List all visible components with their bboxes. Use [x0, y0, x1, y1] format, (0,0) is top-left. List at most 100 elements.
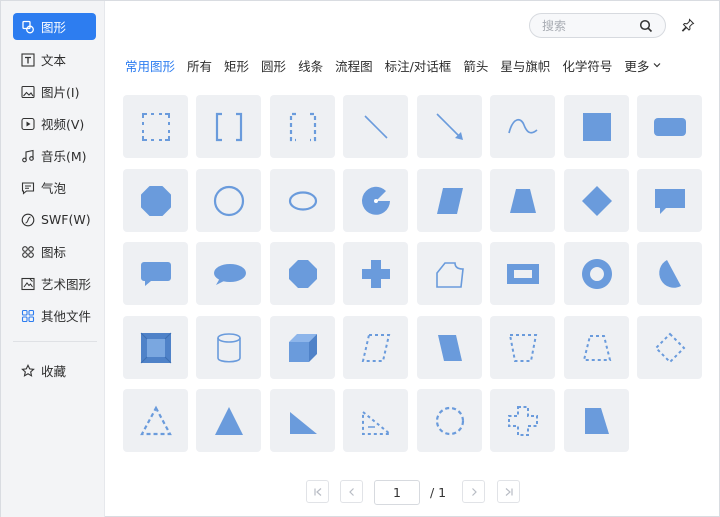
shape-cylinder[interactable]: [196, 316, 261, 379]
first-page-button[interactable]: [306, 480, 329, 503]
tab-stars-banners[interactable]: 星与旗帜: [500, 56, 550, 75]
shapes-panel-window: 图形 文本 图片(I) 视频(V) 音乐(M) 气泡 SWF(W) 图标 艺术图…: [0, 0, 720, 517]
bubble-icon: [21, 181, 35, 195]
sidebar-item-label: 图形: [41, 20, 67, 35]
shape-pie-circle[interactable]: [343, 169, 408, 232]
next-page-button[interactable]: [462, 480, 485, 503]
tab-all[interactable]: 所有: [187, 56, 212, 75]
star-icon: [21, 363, 35, 378]
shape-dashed-trapezoid[interactable]: [564, 316, 629, 379]
text-icon: [21, 52, 35, 67]
shape-octagon-rounded[interactable]: [123, 169, 188, 232]
shape-line[interactable]: [343, 95, 408, 158]
sidebar-item-label: 视频(V): [41, 117, 85, 132]
sidebar-item-label: SWF(W): [41, 212, 91, 227]
chevron-down-icon: [653, 63, 661, 68]
sidebar-item-shapes[interactable]: 图形: [13, 13, 96, 40]
search-icon[interactable]: [639, 19, 653, 33]
sidebar-item-label: 气泡: [41, 181, 67, 196]
last-page-button[interactable]: [497, 480, 520, 503]
shape-dashed-cross[interactable]: [490, 389, 555, 452]
shape-trapezoid[interactable]: [490, 169, 555, 232]
tab-rectangle[interactable]: 矩形: [224, 56, 249, 75]
sidebar-item-art-shapes[interactable]: 艺术图形: [13, 270, 96, 297]
first-page-icon: [313, 487, 321, 496]
sidebar-divider: [13, 341, 97, 342]
shape-bevel[interactable]: [123, 316, 188, 379]
shape-folded-corner-shape[interactable]: [417, 242, 482, 305]
more-dropdown[interactable]: 更多: [624, 56, 662, 75]
shape-frame[interactable]: [490, 242, 555, 305]
shape-rect-callout[interactable]: [637, 169, 702, 232]
shape-curve[interactable]: [490, 95, 555, 158]
shape-dashed-triangle[interactable]: [123, 389, 188, 452]
shape-circle-outline[interactable]: [196, 169, 261, 232]
sidebar-item-video[interactable]: 视频(V): [13, 110, 96, 137]
category-tabs: 常用图形 所有 矩形 圆形 线条 流程图 标注/对话框 箭头 星与旗帜 化学符号…: [125, 55, 674, 75]
sidebar-item-label: 音乐(M): [41, 149, 87, 164]
last-page-icon: [505, 487, 513, 496]
sidebar-item-label: 文本: [41, 53, 67, 68]
shape-dashed-circle[interactable]: [417, 389, 482, 452]
sidebar-item-label: 艺术图形: [41, 277, 92, 292]
sidebar-item-favorites[interactable]: 收藏: [13, 357, 96, 384]
shape-dashed-diamond[interactable]: [637, 316, 702, 379]
shape-rounded-rectangle[interactable]: [637, 95, 702, 158]
tab-flowchart[interactable]: 流程图: [335, 56, 373, 75]
sidebar-item-label: 图片(I): [41, 85, 80, 100]
search-input[interactable]: [542, 18, 630, 33]
shape-octagon[interactable]: [270, 242, 335, 305]
shape-donut[interactable]: [564, 242, 629, 305]
more-label: 更多: [624, 58, 650, 74]
sidebar-item-image[interactable]: 图片(I): [13, 78, 96, 105]
shape-dashed-square-bracket-frame[interactable]: [123, 95, 188, 158]
tab-arrows[interactable]: 箭头: [463, 56, 488, 75]
chevron-left-icon: [348, 487, 354, 496]
shape-right-triangle[interactable]: [270, 389, 335, 452]
sidebar-item-music[interactable]: 音乐(M): [13, 142, 96, 169]
other-files-icon: [21, 309, 35, 323]
prev-page-button[interactable]: [340, 480, 363, 503]
sidebar-item-other-files[interactable]: 其他文件: [13, 302, 96, 329]
tab-chemical-symbols[interactable]: 化学符号: [562, 56, 612, 75]
shape-dashed-trapezoid-down[interactable]: [490, 316, 555, 379]
video-icon: [21, 117, 35, 131]
tab-circle[interactable]: 圆形: [261, 56, 286, 75]
shape-ellipse-outline[interactable]: [270, 169, 335, 232]
page-number-input[interactable]: [374, 480, 420, 505]
shape-dashed-parallelogram[interactable]: [343, 316, 408, 379]
icon-grid-icon: [21, 245, 35, 259]
shape-square-brackets[interactable]: [196, 95, 261, 158]
sidebar-item-label: 收藏: [41, 364, 67, 379]
sidebar-item-icons[interactable]: 图标: [13, 238, 96, 265]
shape-triangle[interactable]: [196, 389, 261, 452]
shape-oval-callout[interactable]: [196, 242, 261, 305]
shape-rounded-callout[interactable]: [123, 242, 188, 305]
tab-common-shapes[interactable]: 常用图形: [125, 56, 175, 75]
shape-arrow-line[interactable]: [417, 95, 482, 158]
shape-dashed-brackets[interactable]: [270, 95, 335, 158]
shape-parallelogram[interactable]: [417, 169, 482, 232]
page-total: / 1: [430, 485, 447, 500]
shape-diamond[interactable]: [564, 169, 629, 232]
music-icon: [21, 149, 35, 163]
art-shape-icon: [21, 277, 35, 291]
shape-cube[interactable]: [270, 316, 335, 379]
search-box: [529, 13, 666, 38]
sidebar-item-swf[interactable]: SWF(W): [13, 206, 96, 233]
shape-plus-cross[interactable]: [343, 242, 408, 305]
sidebar-item-label: 图标: [41, 245, 67, 260]
shape-quad-shape[interactable]: [564, 389, 629, 452]
shape-chord-shape[interactable]: [637, 242, 702, 305]
sidebar-item-bubble[interactable]: 气泡: [13, 174, 96, 201]
chevron-right-icon: [471, 487, 477, 496]
tab-callouts[interactable]: 标注/对话框: [385, 56, 452, 75]
sidebar: 图形 文本 图片(I) 视频(V) 音乐(M) 气泡 SWF(W) 图标 艺术图…: [1, 1, 105, 517]
shapes-icon: [21, 20, 35, 34]
tab-lines[interactable]: 线条: [298, 56, 323, 75]
shape-filled-square[interactable]: [564, 95, 629, 158]
shape-parallelogram-2[interactable]: [417, 316, 482, 379]
pin-icon[interactable]: [681, 18, 695, 32]
shape-dashed-right-triangle[interactable]: [343, 389, 408, 452]
sidebar-item-text[interactable]: 文本: [13, 46, 96, 73]
